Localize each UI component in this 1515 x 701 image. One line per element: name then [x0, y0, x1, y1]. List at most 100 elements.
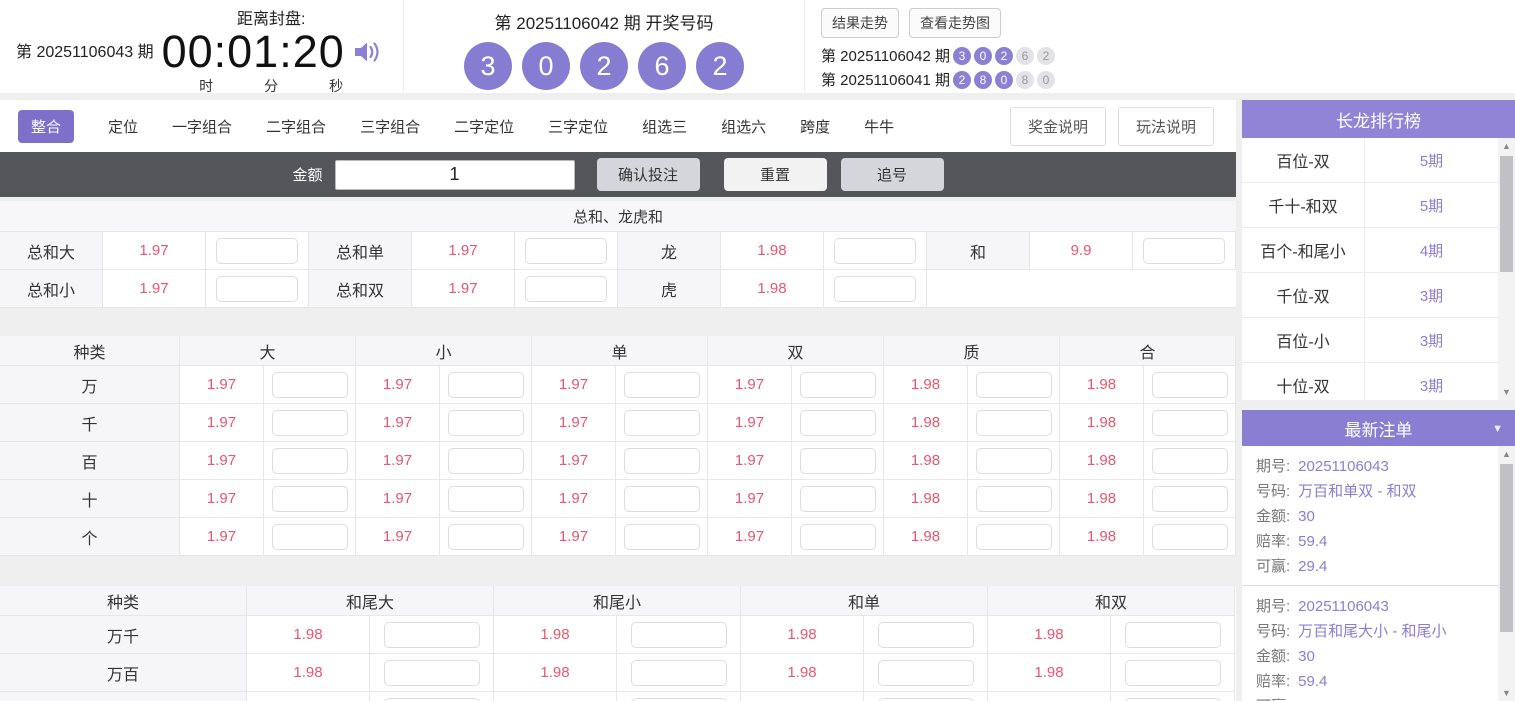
table-row: 个1.971.971.971.971.981.98: [0, 518, 1236, 556]
bet-amount-input[interactable]: [1143, 238, 1225, 264]
column-header: 单: [532, 336, 708, 366]
scroll-up-icon[interactable]: ▲: [1498, 446, 1515, 462]
tab-sanzi-dingwei[interactable]: 三字定位: [548, 116, 608, 137]
column-header: 合: [1060, 336, 1236, 366]
bet-amount-input[interactable]: [525, 276, 607, 302]
bet-amount-input[interactable]: [525, 238, 607, 264]
bet-amount-input[interactable]: [448, 372, 524, 398]
bet-amount-input[interactable]: [216, 238, 298, 264]
bet-amount-input[interactable]: [878, 660, 974, 686]
bet-amount-input[interactable]: [834, 276, 916, 302]
bet-type-label: 总和双: [309, 270, 412, 308]
odds-value: 1.97: [532, 366, 616, 404]
scroll-up-icon[interactable]: ▲: [1498, 138, 1515, 154]
bet-amount-input[interactable]: [976, 410, 1052, 436]
bet-amount-input[interactable]: [624, 524, 700, 550]
row-label: 千: [0, 404, 180, 442]
bet-amount-input[interactable]: [976, 524, 1052, 550]
scrollbar-thumb[interactable]: [1500, 464, 1513, 632]
bet-amount-input[interactable]: [272, 372, 348, 398]
bet-amount-input[interactable]: [800, 524, 876, 550]
odds-value: 1.98: [247, 654, 370, 692]
bet-amount-input[interactable]: [800, 372, 876, 398]
scroll-down-icon[interactable]: ▼: [1498, 685, 1515, 701]
bet-amount-input[interactable]: [384, 622, 480, 648]
bet-amount-input[interactable]: [1152, 486, 1228, 512]
bet-amount-input[interactable]: [624, 486, 700, 512]
reset-button[interactable]: 重置: [724, 158, 827, 191]
scroll-down-icon[interactable]: ▼: [1498, 384, 1515, 400]
bet-amount-input[interactable]: [834, 238, 916, 264]
bet-amount-input[interactable]: [448, 448, 524, 474]
bet-amount-input[interactable]: [976, 372, 1052, 398]
bet-amount-input[interactable]: [272, 524, 348, 550]
column-header: 质: [884, 336, 1060, 366]
bet-amount-input[interactable]: [631, 622, 727, 648]
dragon-ranking-panel: 长龙排行榜 百位-双5期千十-和双5期百个-和尾小4期千位-双3期百位-小3期十…: [1242, 100, 1515, 400]
column-header: 种类: [0, 586, 247, 616]
ranking-row: 百位-双5期: [1242, 138, 1515, 183]
bet-amount-input[interactable]: [624, 410, 700, 436]
bet-amount-input[interactable]: [272, 410, 348, 436]
table-row: 十1.971.971.971.971.981.98: [0, 480, 1236, 518]
bet-amount-input[interactable]: [448, 486, 524, 512]
scrollbar-thumb[interactable]: [1500, 156, 1513, 272]
tab-erzi-dingwei[interactable]: 二字定位: [454, 116, 514, 137]
countdown-timer: 距离封盘: 00:01:20 时分秒: [162, 0, 381, 96]
bet-amount-input[interactable]: [631, 660, 727, 686]
bet-amount-input[interactable]: [624, 372, 700, 398]
scrollbar[interactable]: ▲ ▼: [1498, 138, 1515, 400]
bet-field: 赔率:59.4: [1256, 529, 1498, 554]
bet-amount-input[interactable]: [1125, 622, 1221, 648]
bet-amount-input[interactable]: [631, 698, 727, 701]
tab-yizi-zuhe[interactable]: 一字组合: [172, 116, 232, 137]
bet-amount-input[interactable]: [624, 448, 700, 474]
bet-amount-input[interactable]: [1152, 524, 1228, 550]
ranking-streak: 5期: [1365, 138, 1498, 182]
bet-amount-input[interactable]: [272, 448, 348, 474]
bet-field: 期号:20251106043: [1256, 594, 1498, 619]
amount-input[interactable]: [335, 160, 575, 190]
bet-amount-input[interactable]: [1152, 372, 1228, 398]
bet-amount-input[interactable]: [272, 486, 348, 512]
bet-amount-input[interactable]: [384, 660, 480, 686]
bet-amount-input[interactable]: [976, 448, 1052, 474]
bet-amount-input[interactable]: [384, 698, 480, 701]
bet-amount-input[interactable]: [800, 448, 876, 474]
tab-sanzi-zuhe[interactable]: 三字组合: [360, 116, 420, 137]
bet-amount-input[interactable]: [878, 698, 974, 701]
results-trend-button[interactable]: 结果走势: [821, 8, 899, 38]
tab-zhenghe[interactable]: 整合: [18, 110, 74, 143]
odds-value: 1.97: [532, 442, 616, 480]
tab-niuniu[interactable]: 牛牛: [864, 116, 894, 137]
bet-amount-input[interactable]: [878, 622, 974, 648]
bet-field-label: 可赢:: [1256, 554, 1290, 579]
bet-amount-input[interactable]: [1152, 448, 1228, 474]
tab-zuxuan-liu[interactable]: 组选六: [721, 116, 766, 137]
bet-amount-input[interactable]: [1125, 698, 1221, 701]
bet-field: 号码:万百和单双 - 和双: [1256, 479, 1498, 504]
bet-amount-input[interactable]: [1152, 410, 1228, 436]
tab-erzi-zuhe[interactable]: 二字组合: [266, 116, 326, 137]
bet-amount-input[interactable]: [216, 276, 298, 302]
view-trend-chart-button[interactable]: 查看走势图: [909, 8, 1001, 38]
bet-amount-input[interactable]: [448, 524, 524, 550]
bet-amount-input[interactable]: [800, 410, 876, 436]
odds-value: 1.98: [988, 616, 1111, 654]
collapse-icon[interactable]: ▼: [1492, 423, 1503, 435]
draw-balls: 30262: [459, 42, 749, 90]
bet-amount-input[interactable]: [1125, 660, 1221, 686]
bet-amount-input[interactable]: [976, 486, 1052, 512]
ranking-streak: 5期: [1365, 183, 1498, 227]
tab-zuxuan-san[interactable]: 组选三: [642, 116, 687, 137]
bet-amount-input[interactable]: [448, 410, 524, 436]
tab-kuadu[interactable]: 跨度: [800, 116, 830, 137]
confirm-bet-button[interactable]: 确认投注: [597, 158, 700, 191]
rules-info-button[interactable]: 玩法说明: [1118, 107, 1214, 146]
chase-number-button[interactable]: 追号: [841, 158, 944, 191]
bet-amount-input[interactable]: [800, 486, 876, 512]
prize-info-button[interactable]: 奖金说明: [1010, 107, 1106, 146]
scrollbar[interactable]: ▲ ▼: [1498, 446, 1515, 701]
tab-dingwei[interactable]: 定位: [108, 116, 138, 137]
speaker-icon[interactable]: [353, 39, 381, 70]
